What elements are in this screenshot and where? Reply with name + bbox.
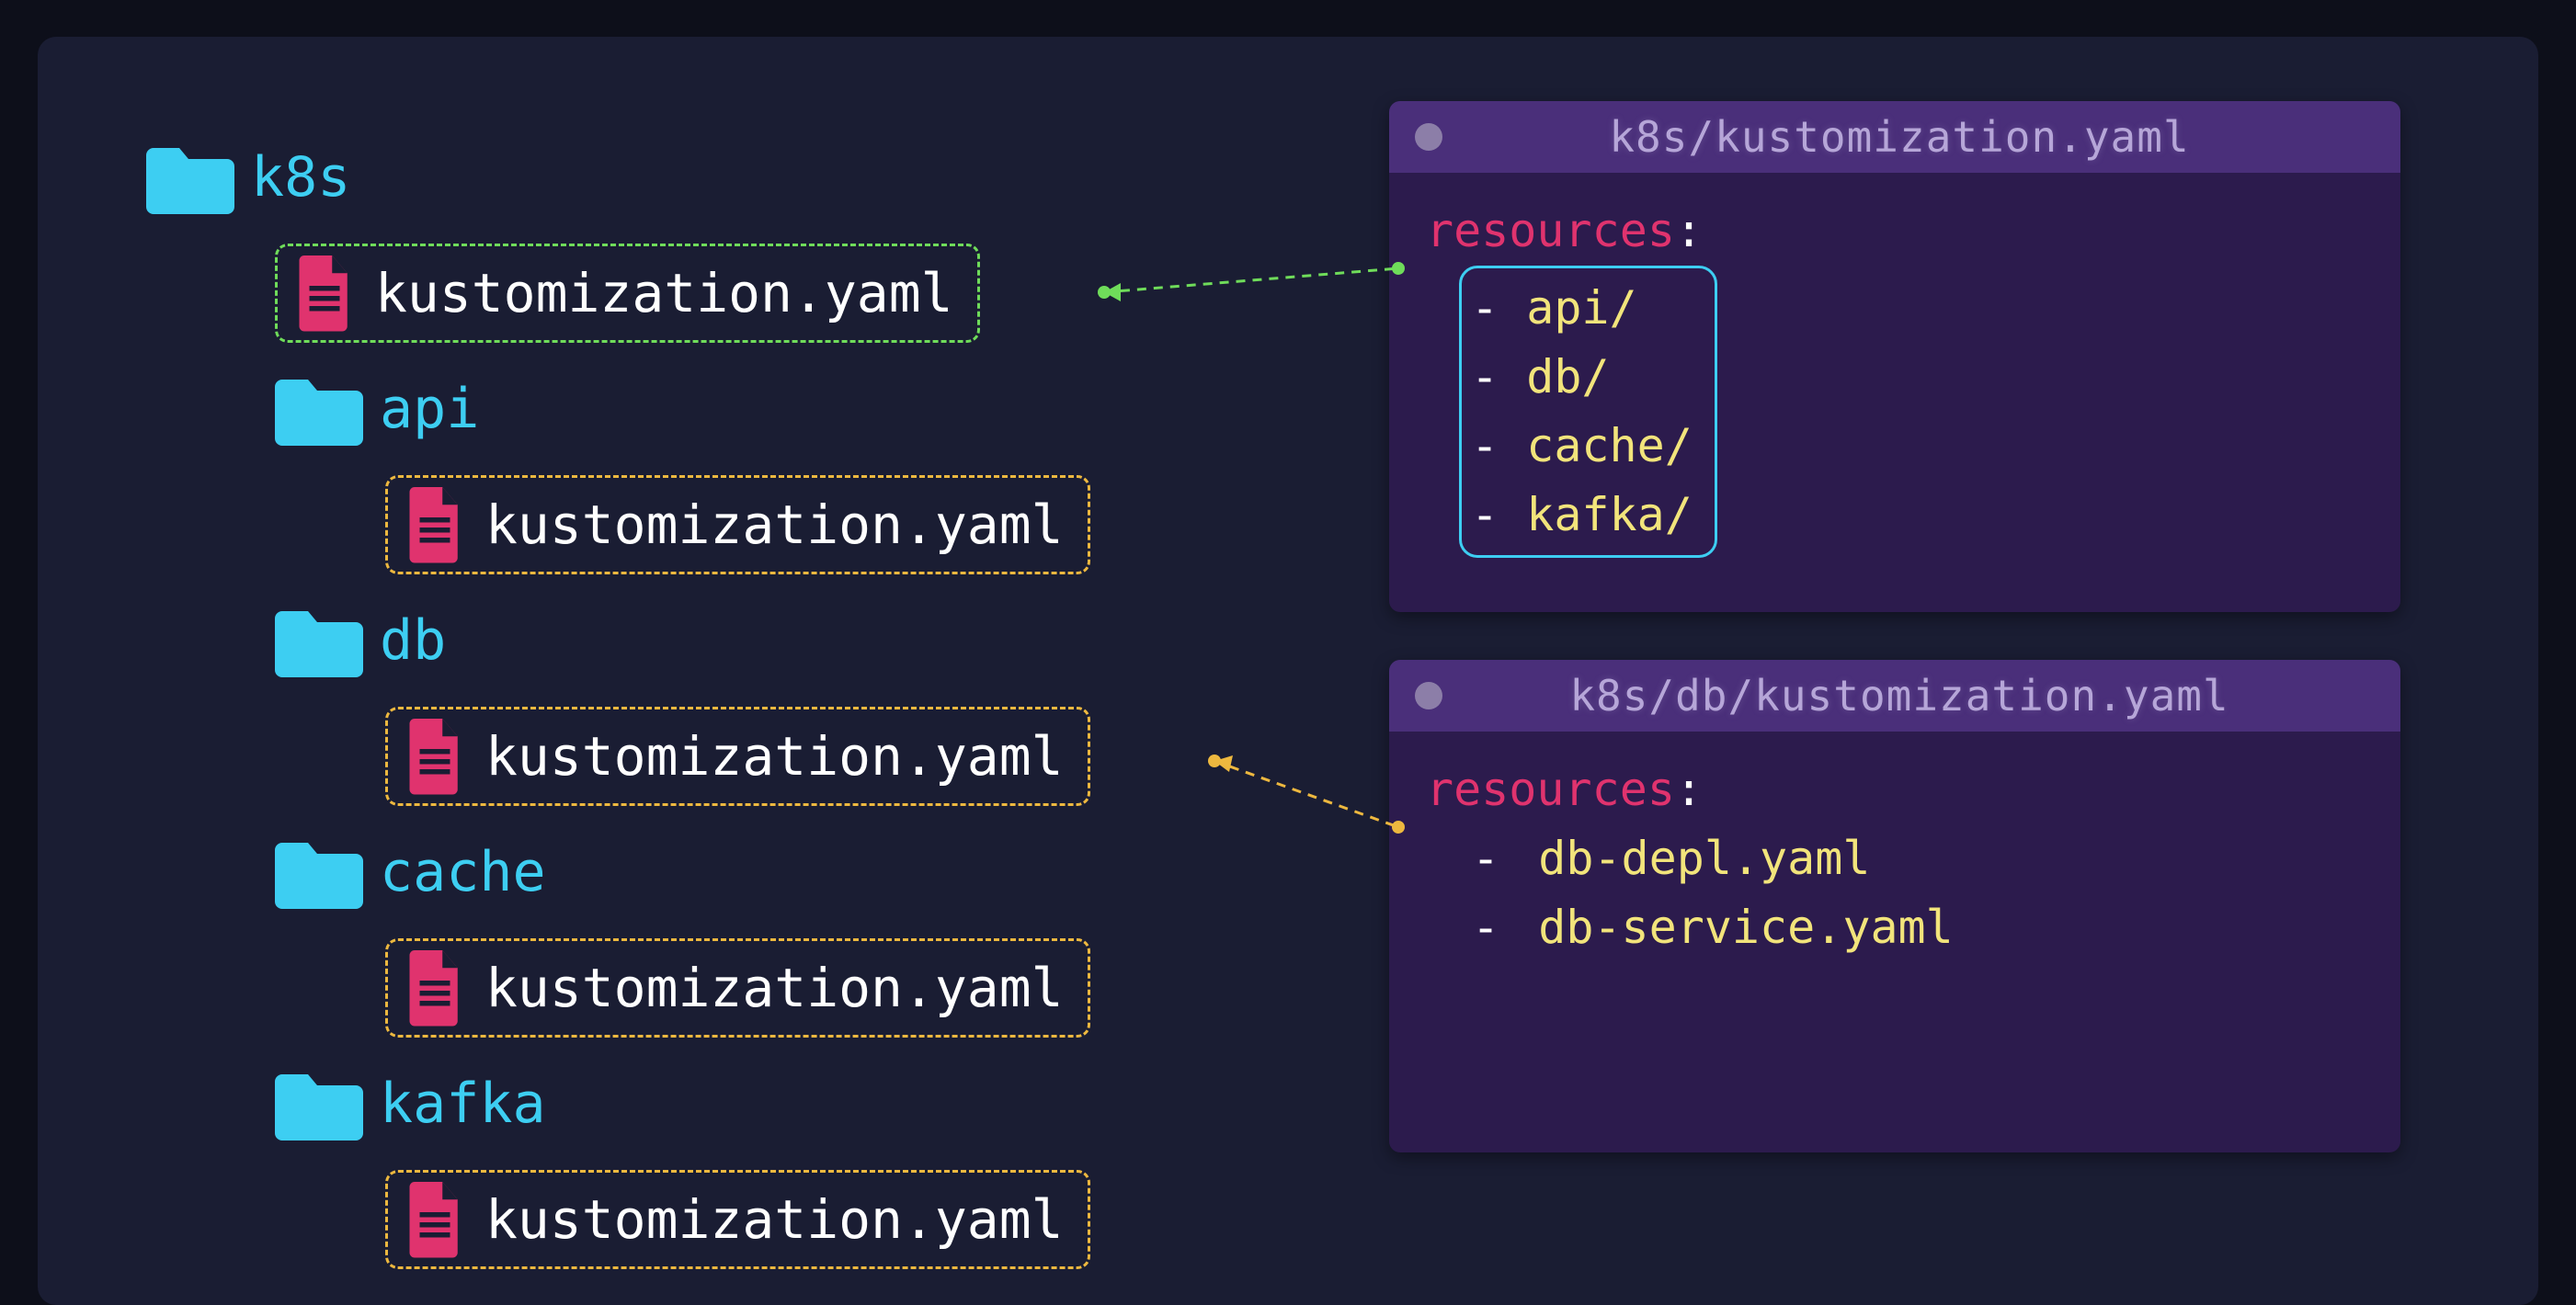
folder-label: kafka: [380, 1072, 546, 1136]
resource-item: db/: [1526, 350, 1609, 403]
yaml-colon: :: [1675, 204, 1703, 257]
file-row-cache: kustomization.yaml: [130, 930, 1090, 1046]
resource-list-outline: - api/ - db/ - cache/ - kafka/: [1459, 266, 1717, 558]
yaml-key: resources: [1426, 763, 1675, 816]
file-row-kafka: kustomization.yaml: [130, 1162, 1090, 1277]
file-label: kustomization.yaml: [485, 1188, 1064, 1251]
resource-item: db-service.yaml: [1538, 901, 1954, 954]
panel-header: k8s/kustomization.yaml: [1389, 101, 2400, 173]
folder-icon: [275, 604, 363, 677]
panel-header: k8s/db/kustomization.yaml: [1389, 660, 2400, 732]
folder-row-api: api: [130, 351, 1090, 467]
file-label: kustomization.yaml: [375, 262, 953, 324]
file-box: kustomization.yaml: [385, 1170, 1090, 1269]
folder-label-root: k8s: [251, 145, 350, 210]
diagram-canvas: k8s kustomization.yaml api: [38, 37, 2538, 1305]
code-panel-root: k8s/kustomization.yaml resources: - api/…: [1389, 101, 2400, 612]
file-row-api: kustomization.yaml: [130, 467, 1090, 583]
yaml-colon: :: [1675, 763, 1703, 816]
folder-icon: [275, 1067, 363, 1140]
folder-label: cache: [380, 840, 546, 904]
folder-row-cache: cache: [130, 814, 1090, 930]
file-icon: [294, 255, 355, 331]
file-box-db: kustomization.yaml: [385, 707, 1090, 806]
file-box: kustomization.yaml: [385, 475, 1090, 574]
yaml-key: resources: [1426, 204, 1675, 257]
window-dot-icon: [1415, 123, 1442, 151]
resource-item: kafka/: [1526, 488, 1693, 541]
folder-label: api: [380, 377, 479, 441]
file-tree: k8s kustomization.yaml api: [130, 119, 1090, 1277]
file-box: kustomization.yaml: [385, 938, 1090, 1038]
folder-icon: [275, 835, 363, 909]
file-icon: [405, 1182, 465, 1257]
folder-label: db: [380, 608, 446, 673]
folder-row-db: db: [130, 583, 1090, 698]
panel-body: resources: - db-depl.yaml - db-service.y…: [1389, 732, 2400, 999]
panel-body: resources: - api/ - db/ - cache/ - kafka…: [1389, 173, 2400, 595]
file-icon: [405, 950, 465, 1026]
file-icon: [405, 487, 465, 562]
window-dot-icon: [1415, 682, 1442, 709]
folder-icon: [146, 141, 234, 214]
resource-item: cache/: [1526, 419, 1693, 472]
folder-icon: [275, 372, 363, 446]
code-panel-db: k8s/db/kustomization.yaml resources: - d…: [1389, 660, 2400, 1152]
file-row-db: kustomization.yaml: [130, 698, 1090, 814]
panel-title: k8s/db/kustomization.yaml: [1470, 671, 2375, 721]
file-box-root: kustomization.yaml: [275, 244, 980, 343]
folder-row-root: k8s: [130, 119, 1090, 235]
file-row-root-kustomization: kustomization.yaml: [130, 235, 1090, 351]
file-icon: [405, 719, 465, 794]
panel-title: k8s/kustomization.yaml: [1470, 112, 2375, 162]
file-label: kustomization.yaml: [485, 957, 1064, 1019]
file-label: kustomization.yaml: [485, 725, 1064, 788]
resource-item: db-depl.yaml: [1538, 832, 1870, 885]
file-label: kustomization.yaml: [485, 494, 1064, 556]
folder-row-kafka: kafka: [130, 1046, 1090, 1162]
resource-item: api/: [1526, 281, 1636, 335]
